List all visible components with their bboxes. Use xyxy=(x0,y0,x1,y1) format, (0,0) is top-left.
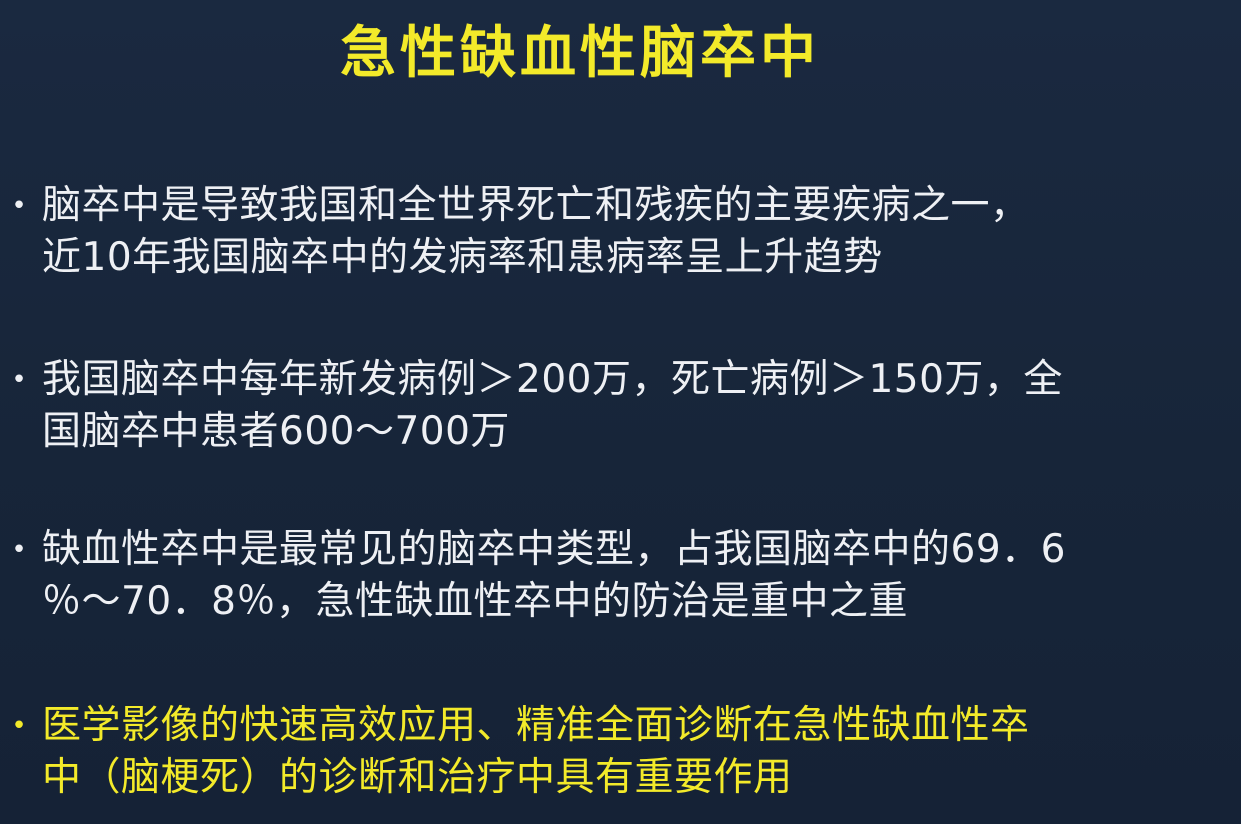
bullet-text: 缺血性卒中是最常见的脑卒中类型，占我国脑卒中的69．6 ％～70．8％，急性缺血… xyxy=(42,527,1066,624)
slide: 急性缺血性脑卒中 • 脑卒中是导致我国和全世界死亡和残疾的主要疾病之一， 近10… xyxy=(0,0,1241,824)
bullet-marker: • xyxy=(11,535,27,565)
bullet-item-highlight: • 医学影像的快速高效应用、精准全面诊断在急性缺血性卒 中（脑梗死）的诊断和治疗… xyxy=(8,700,1228,804)
bullet-text: 我国脑卒中每年新发病例＞200万，死亡病例＞150万，全 国脑卒中患者600～7… xyxy=(42,357,1063,454)
slide-title: 急性缺血性脑卒中 xyxy=(340,21,820,86)
bullet-marker: • xyxy=(11,191,27,221)
bullet-text: 脑卒中是导致我国和全世界死亡和残疾的主要疾病之一， 近10年我国脑卒中的发病率和… xyxy=(42,183,1030,280)
bullet-item: • 我国脑卒中每年新发病例＞200万，死亡病例＞150万，全 国脑卒中患者600… xyxy=(8,354,1228,458)
bullet-marker: • xyxy=(11,711,27,741)
bullet-item: • 脑卒中是导致我国和全世界死亡和残疾的主要疾病之一， 近10年我国脑卒中的发病… xyxy=(8,180,1228,284)
bullet-marker: • xyxy=(11,365,27,395)
bullet-item: • 缺血性卒中是最常见的脑卒中类型，占我国脑卒中的69．6 ％～70．8％，急性… xyxy=(8,524,1228,628)
bullet-text-highlight: 医学影像的快速高效应用、精准全面诊断在急性缺血性卒 中（脑梗死）的诊断和治疗中具… xyxy=(42,703,1030,800)
